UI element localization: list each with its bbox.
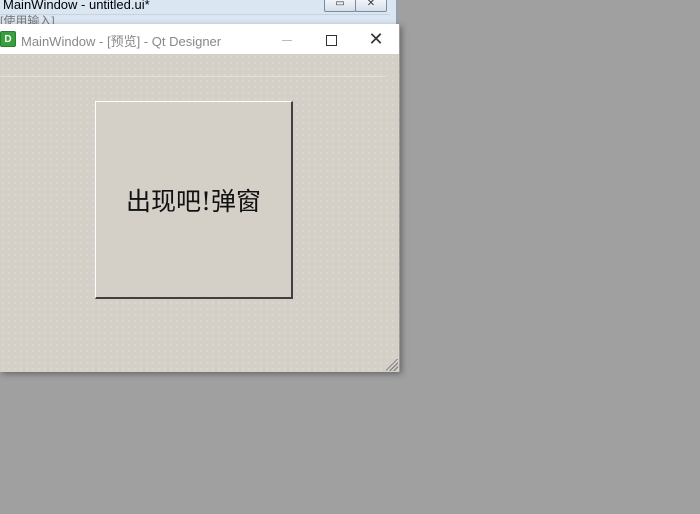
close-button[interactable]: ✕ xyxy=(361,28,391,50)
maximize-icon xyxy=(325,34,337,46)
close-icon: ✕ xyxy=(368,29,384,49)
minimize-button[interactable] xyxy=(272,28,302,50)
resize-grip-icon[interactable] xyxy=(386,359,398,371)
preview-window-title: MainWindow - [预览] - Qt Designer xyxy=(21,34,222,49)
qt-designer-app-icon: D xyxy=(0,31,16,47)
preview-window: D MainWindow - [预览] - Qt Designer ✕ 出现吧!… xyxy=(0,24,400,372)
menubar-divider xyxy=(0,76,386,77)
show-popup-button[interactable]: 出现吧!弹窗 xyxy=(95,101,293,299)
background-window-title: MainWindow - untitled.ui* xyxy=(3,0,150,12)
window-client-area: 出现吧!弹窗 xyxy=(0,54,399,372)
preview-titlebar[interactable]: D MainWindow - [预览] - Qt Designer ✕ xyxy=(0,24,399,54)
background-window-close-button[interactable]: ✕ xyxy=(355,0,387,12)
minimize-icon xyxy=(282,39,292,41)
maximize-button[interactable] xyxy=(316,28,346,50)
background-window-minimize-button[interactable]: ▭ xyxy=(324,0,356,12)
